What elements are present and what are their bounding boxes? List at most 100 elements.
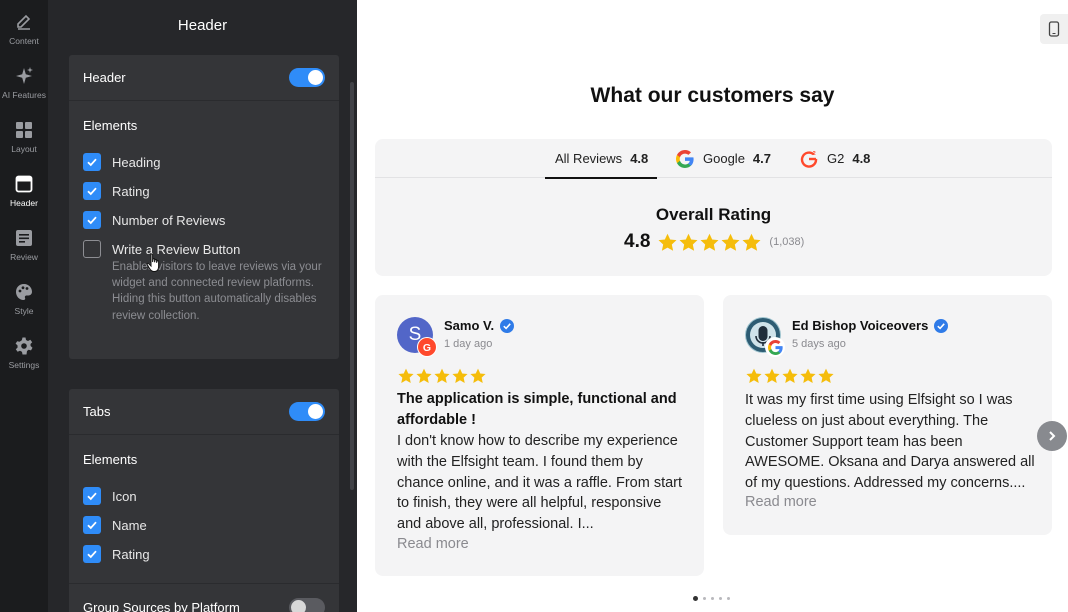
- header-card-head: Header: [69, 55, 339, 101]
- pagination-dot[interactable]: [703, 597, 706, 600]
- pagination-dot[interactable]: [727, 597, 730, 600]
- overall-stars: [657, 233, 762, 252]
- overall-rating-title: Overall Rating: [655, 205, 772, 224]
- checkbox-heading[interactable]: [83, 153, 101, 171]
- star-icon: [742, 233, 761, 251]
- next-slide-button[interactable]: [1037, 421, 1067, 451]
- checkbox-number-of-reviews-row[interactable]: Number of Reviews: [83, 211, 225, 229]
- tabs-settings-card: Tabs Elements Icon Name Rating Group Sou…: [69, 389, 339, 612]
- reviewer-name-row: Samo V.: [444, 318, 515, 333]
- group-sources-label: Group Sources by Platform: [83, 600, 240, 612]
- review-body: I don't know how to describe my experien…: [397, 433, 683, 533]
- tab-all-reviews[interactable]: All Reviews 4.8: [544, 139, 658, 179]
- checkbox-number-of-reviews[interactable]: [83, 211, 101, 229]
- rail-item-layout[interactable]: Layout: [0, 112, 48, 166]
- review-icon: [16, 230, 32, 246]
- carousel-pagination: [693, 596, 735, 601]
- header-settings-card: Header Elements Heading Rating Number of…: [69, 55, 339, 359]
- tab-label: Google: [703, 151, 745, 166]
- star-icon: [764, 368, 780, 383]
- rail-item-label: AI Features: [2, 90, 46, 100]
- checkbox-icon-row[interactable]: Icon: [83, 487, 137, 505]
- elements-heading: Elements: [83, 118, 138, 133]
- google-badge: [765, 337, 785, 357]
- reviewer-name-row: Ed Bishop Voiceovers: [792, 318, 949, 333]
- checkbox-icon[interactable]: [83, 487, 101, 505]
- panel-scrollbar[interactable]: [350, 82, 354, 490]
- read-more-link[interactable]: Read more: [397, 536, 469, 552]
- verified-icon: [934, 318, 949, 333]
- review-card[interactable]: Ed Bishop Voiceovers 5 days ago It was m…: [723, 295, 1052, 535]
- star-icon: [818, 368, 834, 383]
- checkbox-name[interactable]: [83, 516, 101, 534]
- star-icon: [434, 368, 450, 383]
- panel-title: Header: [177, 17, 228, 34]
- write-review-hint: Enables visitors to leave reviews via yo…: [112, 261, 322, 322]
- read-more-link[interactable]: Read more: [745, 494, 817, 510]
- checkmark-icon: [87, 158, 97, 167]
- svg-text:2: 2: [813, 151, 816, 157]
- rail-item-label: Header: [10, 198, 38, 208]
- rail-item-label: Review: [10, 252, 38, 262]
- gear-icon: [15, 337, 33, 355]
- checkbox-tab-rating[interactable]: [83, 545, 101, 563]
- tab-label: All Reviews: [555, 151, 623, 166]
- rail-item-content[interactable]: Content: [0, 4, 48, 58]
- checkbox-name-row[interactable]: Name: [83, 516, 147, 534]
- tab-score: 4.7: [752, 151, 771, 166]
- header-icon: [15, 175, 33, 193]
- mobile-preview-button[interactable]: [1040, 14, 1068, 44]
- checkbox-rating[interactable]: [83, 182, 101, 200]
- pagination-dot[interactable]: [711, 597, 714, 600]
- cursor-hand-icon: [146, 253, 160, 273]
- tab-score: 4.8: [630, 151, 649, 166]
- star-icon: [800, 368, 816, 383]
- overall-rating-row: 4.8 (1,038): [624, 231, 804, 253]
- rail-item-header[interactable]: Header: [0, 166, 48, 220]
- verified-icon: [500, 318, 515, 333]
- star-icon: [721, 233, 740, 251]
- tab-g2[interactable]: 2 G2 4.8: [800, 139, 870, 178]
- svg-text:G: G: [423, 342, 431, 354]
- rail-item-review[interactable]: Review: [0, 220, 48, 274]
- chevron-right-icon: [1049, 431, 1056, 441]
- review-title: The application is simple, functional an…: [397, 391, 677, 428]
- pagination-dot[interactable]: [693, 596, 698, 601]
- g2-icon: G: [418, 338, 436, 356]
- checkbox-label: Number of Reviews: [112, 212, 226, 228]
- widget-preview: What our customers say All Reviews 4.8 G…: [357, 0, 1068, 612]
- checkbox-label: Rating: [112, 183, 150, 199]
- rail-item-ai-features[interactable]: AI Features: [0, 58, 48, 112]
- header-toggle[interactable]: [289, 68, 325, 87]
- review-card[interactable]: S G Samo V. 1 day ago The application is…: [375, 295, 704, 576]
- checkbox-tab-rating-row[interactable]: Rating: [83, 545, 150, 563]
- rail-item-settings[interactable]: Settings: [0, 328, 48, 382]
- checkbox-write-review-button[interactable]: [83, 240, 101, 258]
- rail-item-label: Style: [14, 306, 34, 316]
- pagination-dot[interactable]: [719, 597, 722, 600]
- star-icon: [452, 368, 468, 383]
- group-sources-toggle[interactable]: [289, 598, 325, 612]
- tabs-toggle[interactable]: [289, 402, 325, 421]
- palette-icon: [16, 284, 32, 300]
- star-icon: [416, 368, 432, 383]
- checkbox-label: Name: [112, 517, 147, 533]
- checkmark-icon: [87, 187, 97, 196]
- header-card-title: Header: [83, 70, 126, 85]
- rail-item-style[interactable]: Style: [0, 274, 48, 328]
- rail-item-label: Content: [9, 36, 39, 46]
- widget-heading: What our customers say: [590, 84, 835, 107]
- checkbox-label: Icon: [112, 488, 137, 504]
- left-nav-rail: Content AI Features Layout Header Review…: [0, 0, 48, 612]
- overall-score: 4.8: [624, 231, 651, 252]
- star-icon: [700, 233, 719, 251]
- checkbox-heading-row[interactable]: Heading: [83, 153, 160, 171]
- rail-item-label: Settings: [8, 360, 40, 370]
- source-tabs: All Reviews 4.8 Google 4.7 2 G2 4.8: [375, 139, 1052, 179]
- checkbox-rating-row[interactable]: Rating: [83, 182, 150, 200]
- tab-score: 4.8: [852, 151, 871, 166]
- tab-google[interactable]: Google 4.7: [676, 139, 771, 178]
- star-icon: [746, 368, 762, 383]
- checkbox-label: Write a Review Button: [112, 241, 241, 257]
- reviewer-name: Samo V.: [444, 318, 495, 333]
